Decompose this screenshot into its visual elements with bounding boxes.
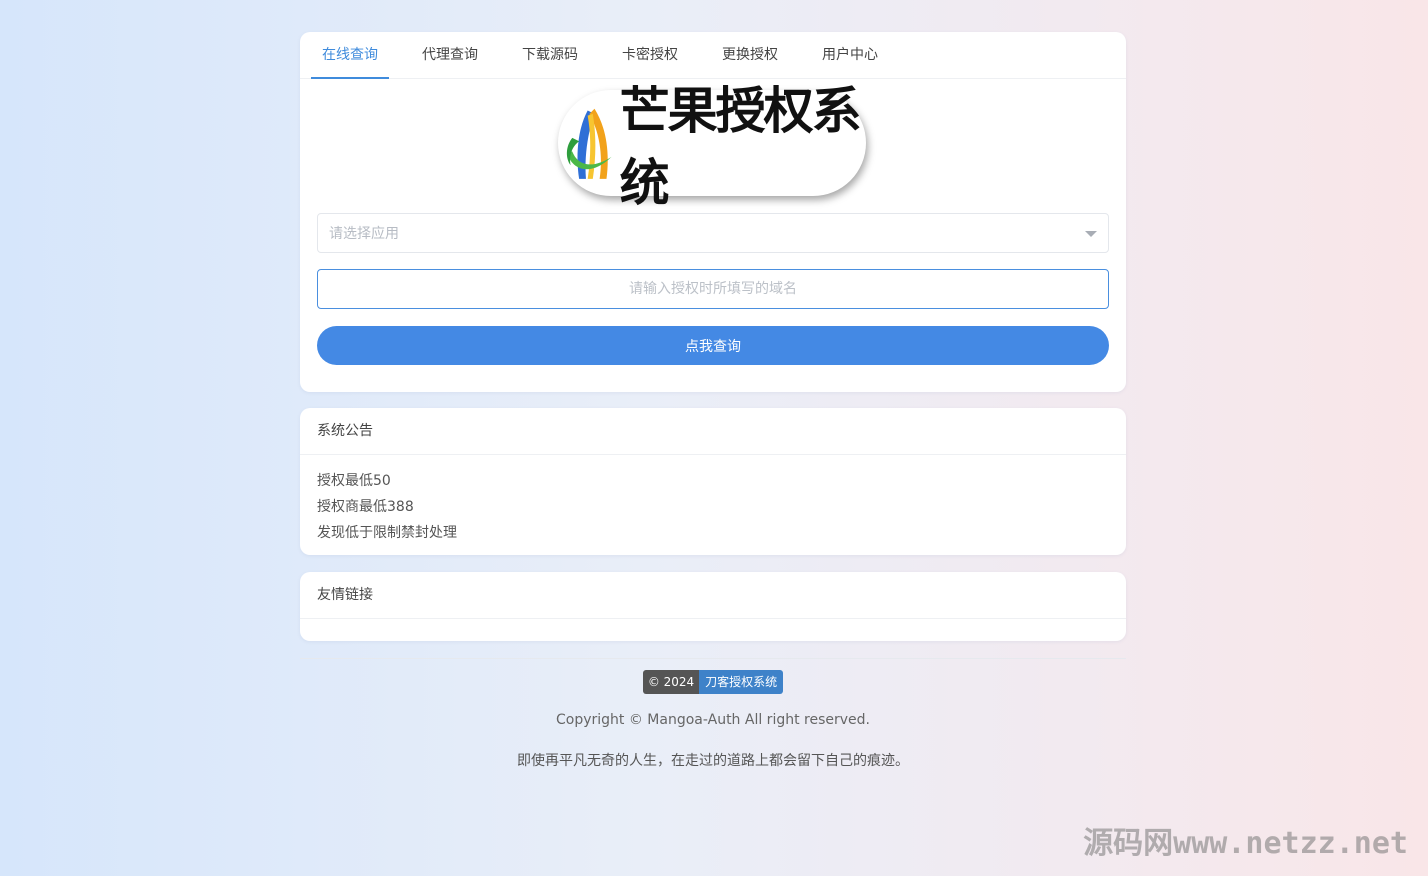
tab-online-query[interactable]: 在线查询 (311, 32, 389, 79)
notice-line: 授权商最低388 (317, 499, 414, 515)
app-select-placeholder: 请选择应用 (329, 226, 399, 242)
badge-year: © 2024 (642, 670, 700, 694)
mango-logo-icon (566, 108, 612, 179)
notice-line: 授权最低50 (317, 473, 391, 489)
links-card: 友情链接 (300, 572, 1126, 641)
version-badge[interactable]: © 2024 刀客授权系统 (642, 670, 784, 694)
tab-download-source[interactable]: 下载源码 (511, 32, 589, 78)
page-container: 在线查询 代理查询 下载源码 卡密授权 更换授权 用户中心 芒果授权系统 请选择… (300, 32, 1126, 770)
tab-agent-query[interactable]: 代理查询 (411, 32, 489, 78)
query-card: 在线查询 代理查询 下载源码 卡密授权 更换授权 用户中心 芒果授权系统 请选择… (300, 32, 1126, 392)
notice-card: 系统公告 授权最低50 授权商最低388 发现低于限制禁封处理 (300, 408, 1126, 555)
motto-text: 即使再平凡无奇的人生，在走过的道路上都会留下自己的痕迹。 (517, 753, 909, 769)
watermark: 源码网www.netzz.net (1083, 826, 1408, 861)
logo-text: 芒果授权系统 (619, 81, 862, 212)
links-body (300, 619, 1126, 640)
notice-body: 授权最低50 授权商最低388 发现低于限制禁封处理 (300, 455, 1126, 546)
domain-input[interactable] (317, 269, 1109, 309)
query-button[interactable]: 点我查询 (317, 326, 1109, 365)
notice-line: 发现低于限制禁封处理 (317, 525, 457, 541)
logo: 芒果授权系统 (558, 81, 866, 212)
chevron-down-icon (1085, 231, 1097, 237)
notice-title: 系统公告 (300, 408, 1126, 455)
app-select[interactable]: 请选择应用 (317, 213, 1109, 253)
copyright-text: Copyright © Mangoa-Auth All right reserv… (556, 712, 870, 728)
links-title: 友情链接 (300, 572, 1126, 619)
footer: © 2024 刀客授权系统 Copyright © Mangoa-Auth Al… (300, 659, 1126, 770)
badge-system-name: 刀客授权系统 (699, 670, 784, 694)
